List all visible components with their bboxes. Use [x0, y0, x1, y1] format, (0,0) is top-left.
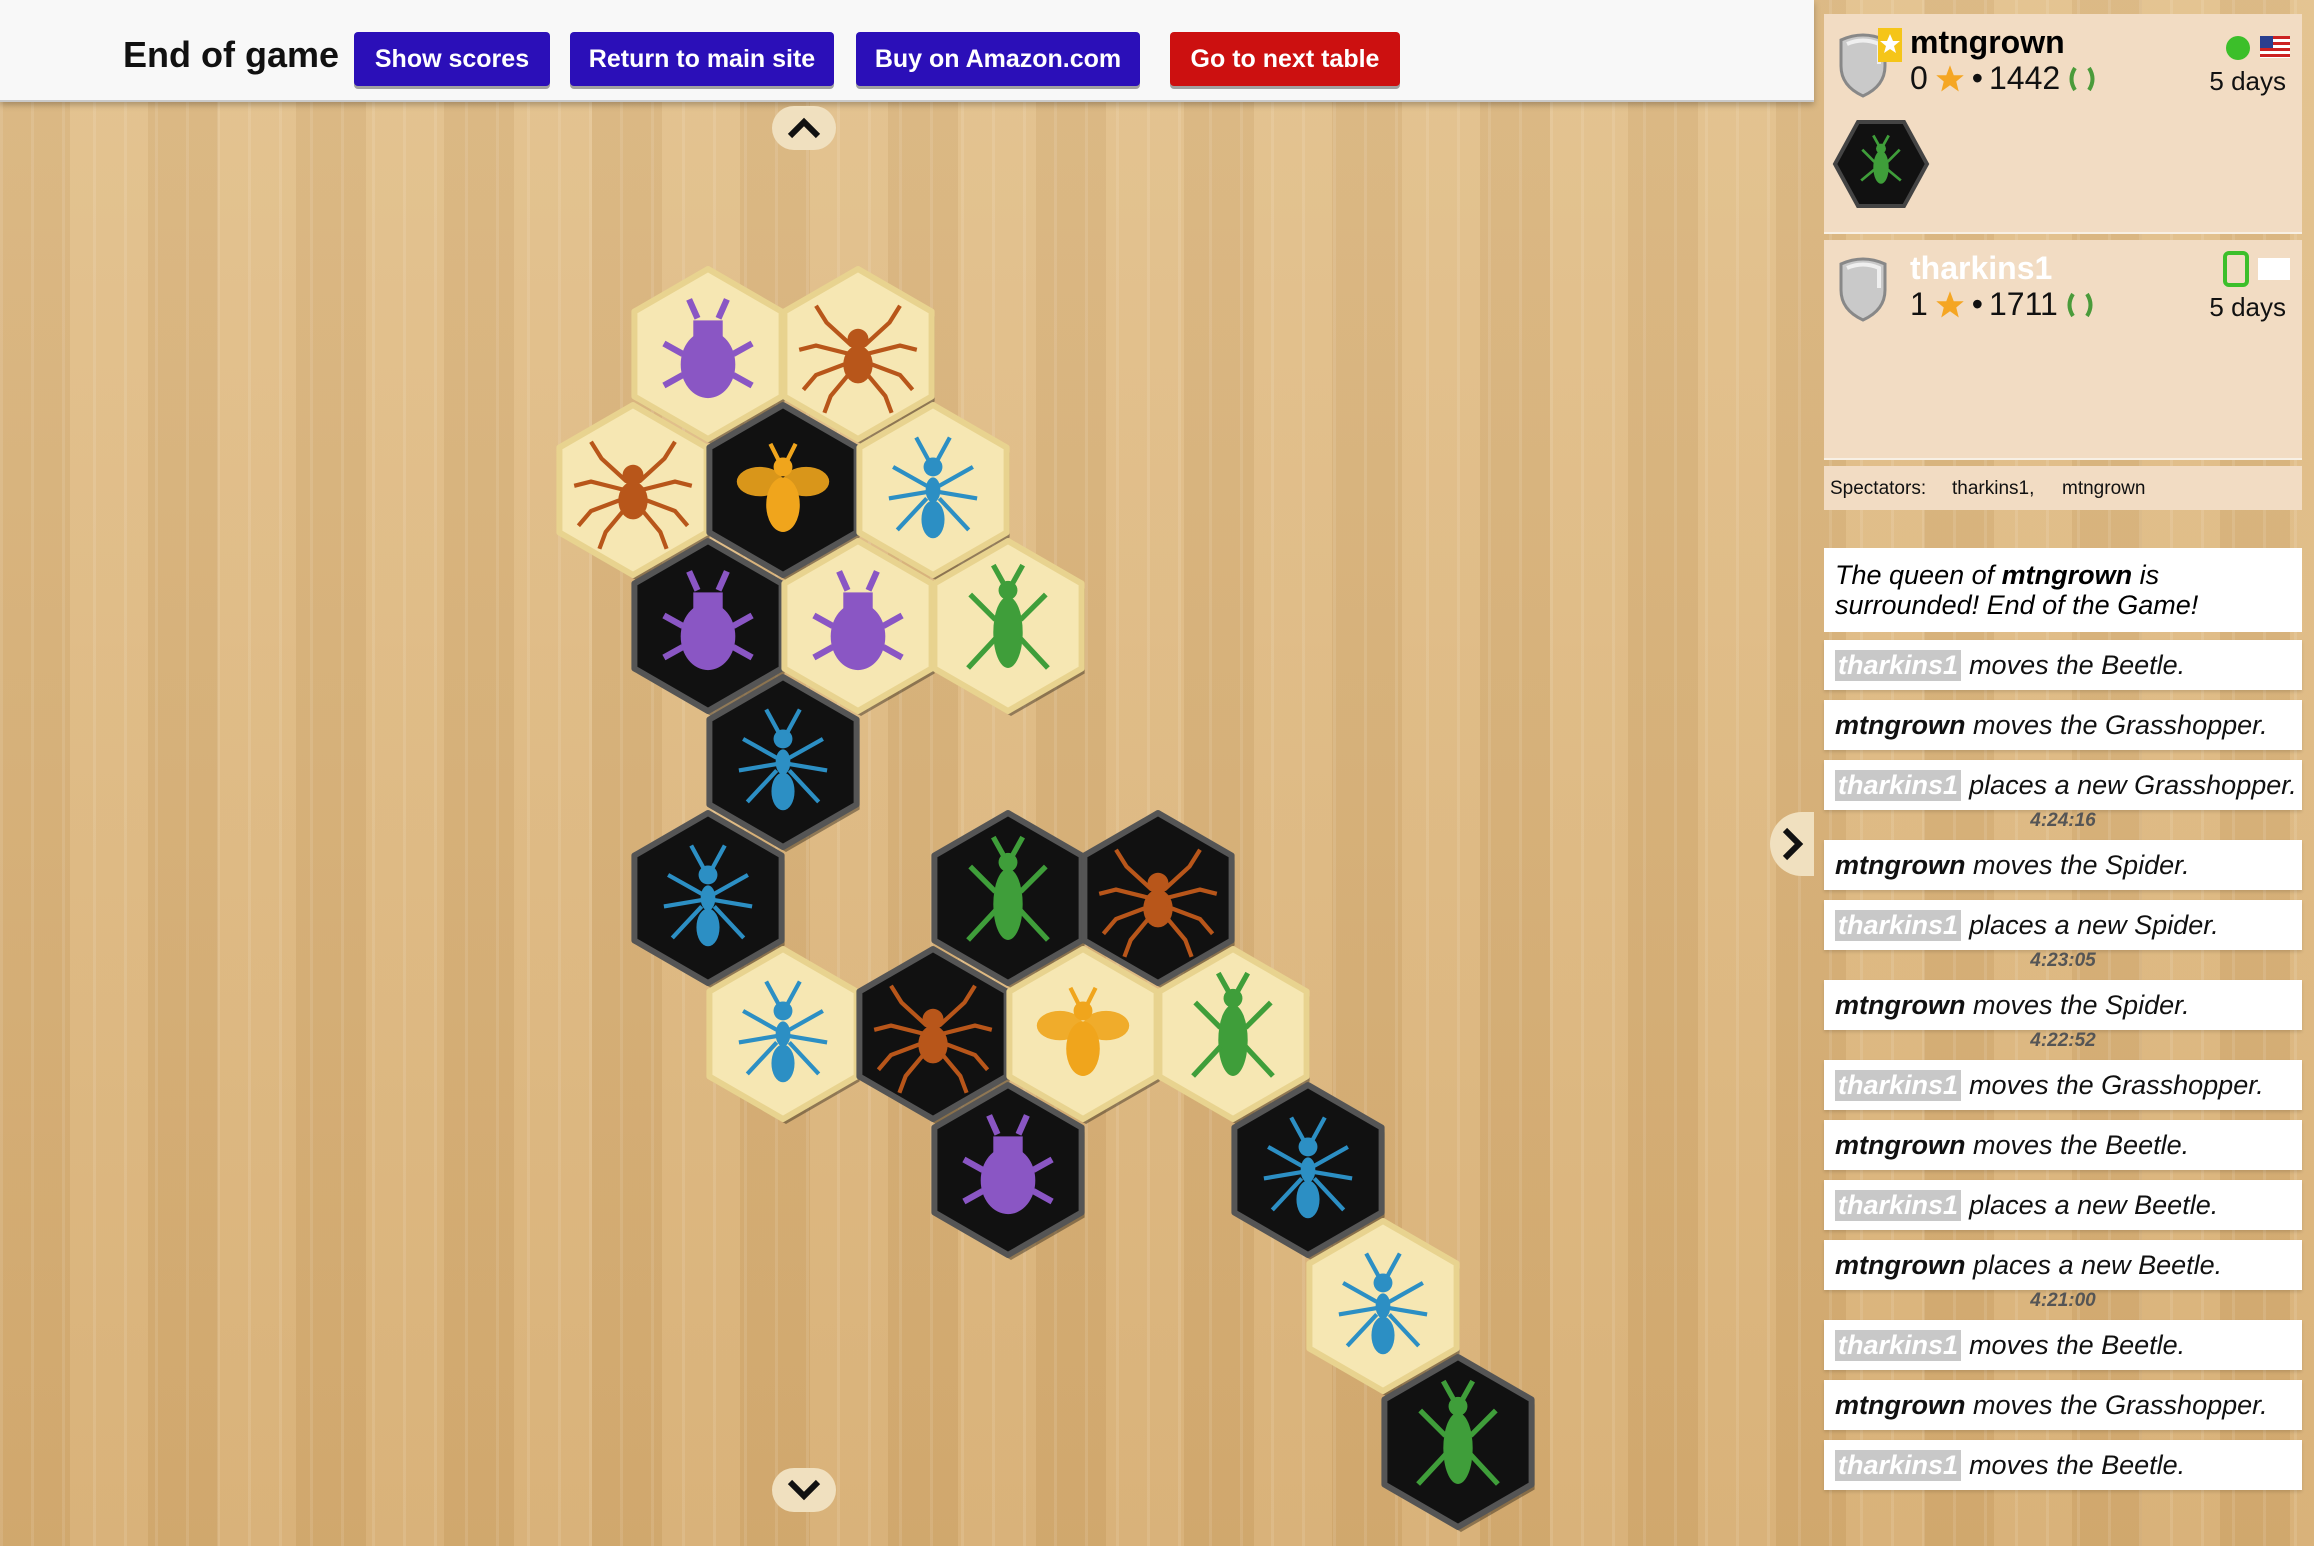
log-entry: mtngrown moves the Grasshopper. — [1824, 700, 2302, 750]
last-seen: 5 days — [2209, 292, 2286, 322]
log-entry: mtngrown moves the Grasshopper. — [1824, 1380, 2302, 1430]
log-player-name[interactable]: tharkins1 — [1835, 1449, 1962, 1481]
game-board — [0, 100, 1814, 1546]
log-entry: tharkins1 places a new Spider. — [1824, 900, 2302, 950]
log-action: places a new Beetle. — [1965, 1249, 2223, 1280]
top-bar: End of game Show scores Return to main s… — [0, 0, 1814, 102]
log-entry: tharkins1 places a new Beetle. — [1824, 1180, 2302, 1230]
log-player-name[interactable]: tharkins1 — [1835, 909, 1962, 941]
log-action: moves the Grasshopper. — [1965, 709, 2268, 740]
remaining-grasshopper-piece[interactable] — [1832, 118, 1930, 210]
chevron-down-icon — [787, 1479, 821, 1501]
player-rating: 1442 — [1989, 60, 2061, 96]
hex-tile-beetle[interactable] — [931, 1082, 1085, 1260]
scroll-down-button[interactable] — [772, 1468, 836, 1512]
bullet-separator: • — [1971, 60, 1983, 96]
chevron-up-icon — [787, 117, 821, 139]
player-name[interactable]: tharkins1 — [1910, 250, 2052, 287]
hex-tile-grasshopper[interactable] — [1381, 1354, 1535, 1532]
show-scores-button[interactable]: Show scores — [354, 32, 550, 86]
log-action: moves the Beetle. — [1969, 649, 2186, 680]
player-stats: 0 • 1442 — [1910, 60, 2098, 97]
end-message-text: The queen of — [1835, 560, 2002, 590]
hex-tile-grasshopper[interactable] — [931, 538, 1085, 716]
laurel-icon — [2067, 292, 2093, 317]
log-action: places a new Spider. — [1969, 909, 2219, 940]
log-action: moves the Spider. — [1965, 989, 2190, 1020]
chevron-right-icon — [1782, 827, 1804, 861]
player-card-mtngrown: mtngrown 0 • 1442 5 days — [1824, 14, 2302, 234]
log-player-name[interactable]: tharkins1 — [1835, 1189, 1962, 1221]
laurel-icon — [2069, 66, 2095, 91]
player-rating: 1711 — [1989, 286, 2058, 322]
spectator-name[interactable]: tharkins1, — [1952, 478, 2034, 500]
shield-icon — [1839, 257, 1887, 322]
player-stars-count: 0 — [1910, 60, 1928, 96]
buy-on-amazon-button[interactable]: Buy on Amazon.com — [856, 32, 1140, 86]
page-title: End of game — [123, 34, 340, 75]
online-status-icon — [2226, 36, 2250, 60]
player-stars-count: 1 — [1910, 286, 1928, 322]
us-flag-icon — [2260, 36, 2290, 58]
star-icon — [1936, 290, 1964, 317]
log-timestamp: 4:21:00 — [2030, 1290, 2096, 1311]
log-entry: tharkins1 moves the Beetle. — [1824, 1320, 2302, 1370]
log-timestamp: 4:24:16 — [2030, 810, 2096, 831]
log-entry: tharkins1 moves the Beetle. — [1824, 1440, 2302, 1490]
log-entry: tharkins1 places a new Grasshopper. — [1824, 760, 2302, 810]
player-name[interactable]: mtngrown — [1910, 24, 2065, 61]
log-player-name[interactable]: tharkins1 — [1835, 649, 1962, 681]
log-entry: tharkins1 moves the Beetle. — [1824, 640, 2302, 690]
next-table-button[interactable]: Go to next table — [1170, 32, 1400, 86]
log-action: moves the Beetle. — [1969, 1449, 2186, 1480]
log-player-name[interactable]: mtngrown — [1835, 1250, 1965, 1281]
log-action: moves the Spider. — [1965, 849, 2190, 880]
scroll-up-button[interactable] — [772, 106, 836, 150]
log-action: moves the Beetle. — [1965, 1129, 2190, 1160]
log-entry: tharkins1 moves the Grasshopper. — [1824, 1060, 2302, 1110]
log-action: moves the Grasshopper. — [1965, 1389, 2268, 1420]
log-player-name[interactable]: tharkins1 — [1835, 1329, 1962, 1361]
log-player-name[interactable]: mtngrown — [1835, 990, 1965, 1021]
log-entry: mtngrown moves the Spider. — [1824, 840, 2302, 890]
spectators-label: Spectators: — [1830, 478, 1927, 499]
log-player-name[interactable]: tharkins1 — [1835, 1069, 1962, 1101]
blank-flag-icon — [2258, 258, 2290, 280]
log-action: moves the Grasshopper. — [1969, 1069, 2264, 1100]
log-entry: mtngrown moves the Spider. — [1824, 980, 2302, 1030]
first-player-badge-icon — [1878, 28, 1902, 62]
mobile-device-icon — [2223, 251, 2249, 287]
return-main-site-button[interactable]: Return to main site — [570, 32, 834, 86]
end-message-player: mtngrown — [2001, 560, 2133, 590]
log-player-name[interactable]: mtngrown — [1835, 1390, 1965, 1421]
log-player-name[interactable]: mtngrown — [1835, 850, 1965, 881]
log-entry: mtngrown moves the Beetle. — [1824, 1120, 2302, 1170]
log-player-name[interactable]: tharkins1 — [1835, 769, 1962, 801]
log-entry: mtngrown places a new Beetle. — [1824, 1240, 2302, 1290]
log-action: places a new Beetle. — [1969, 1189, 2219, 1220]
player-card-tharkins1: tharkins1 1 • 1711 5 days — [1824, 240, 2302, 460]
bullet-separator: • — [1971, 286, 1983, 322]
log-action: places a new Grasshopper. — [1969, 769, 2297, 800]
log-timestamp: 4:23:05 — [2030, 950, 2096, 971]
log-player-name[interactable]: mtngrown — [1835, 1130, 1965, 1161]
end-of-game-message: The queen of mtngrown is surrounded! End… — [1824, 548, 2302, 632]
log-action: moves the Beetle. — [1969, 1329, 2186, 1360]
side-panel: mtngrown 0 • 1442 5 days tharkins1 1 • 1… — [1824, 0, 2314, 1546]
hex-tile-ant[interactable] — [706, 946, 860, 1124]
last-seen: 5 days — [2209, 66, 2286, 96]
player-stats: 1 • 1711 — [1910, 286, 2096, 323]
log-timestamp: 4:22:52 — [2030, 1030, 2096, 1051]
log-player-name[interactable]: mtngrown — [1835, 710, 1965, 741]
board-svg — [556, 266, 1535, 1532]
star-icon — [1936, 64, 1964, 91]
spectator-name[interactable]: mtngrown — [2062, 478, 2145, 500]
spectators-bar: Spectators: tharkins1, mtngrown — [1824, 466, 2302, 510]
